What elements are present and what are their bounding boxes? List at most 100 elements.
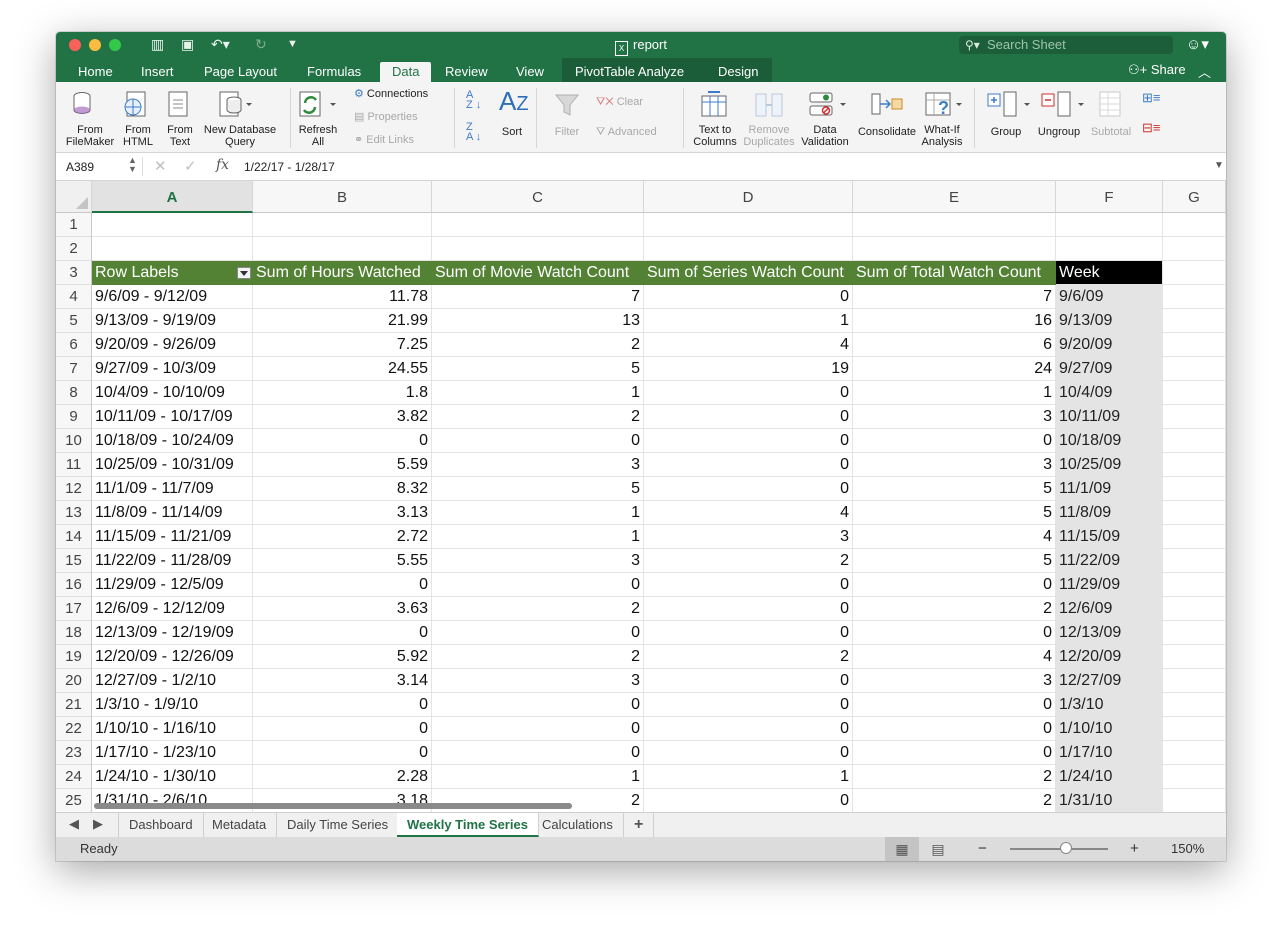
value-cell[interactable]: 0	[644, 429, 853, 453]
value-cell[interactable]: 0	[253, 429, 432, 453]
empty-cell[interactable]	[1163, 621, 1226, 645]
value-cell[interactable]: 24	[853, 357, 1056, 381]
value-cell[interactable]: 21.99	[253, 309, 432, 333]
sheet-tab-daily-time-series[interactable]: Daily Time Series	[277, 813, 400, 837]
empty-cell[interactable]	[1163, 573, 1226, 597]
next-sheet-icon[interactable]: ▶	[93, 816, 103, 832]
value-cell[interactable]: 0	[432, 429, 644, 453]
row-header[interactable]: 17	[56, 597, 92, 621]
empty-cell[interactable]	[1163, 501, 1226, 525]
confirm-entry-icon[interactable]: ✓	[184, 157, 197, 175]
name-box-stepper-icon[interactable]: ▲ ▼	[128, 156, 137, 174]
week-cell[interactable]: 1/31/10	[1056, 789, 1163, 812]
value-cell[interactable]: 2	[644, 645, 853, 669]
row-label-cell[interactable]: 10/4/09 - 10/10/09	[92, 381, 253, 405]
page-layout-view-button[interactable]: ▤	[921, 837, 955, 861]
value-cell[interactable]: 19	[644, 357, 853, 381]
tab-pivottable-analyze[interactable]: PivotTable Analyze	[575, 62, 684, 82]
value-cell[interactable]: 3	[644, 525, 853, 549]
empty-cell[interactable]	[1163, 261, 1226, 285]
row-label-cell[interactable]: 11/22/09 - 11/28/09	[92, 549, 253, 573]
row-label-cell[interactable]: 10/18/09 - 10/24/09	[92, 429, 253, 453]
value-cell[interactable]: 0	[253, 741, 432, 765]
cancel-entry-icon[interactable]: ✕	[154, 157, 167, 175]
value-cell[interactable]: 1	[644, 765, 853, 789]
value-cell[interactable]: 1	[432, 381, 644, 405]
value-cell[interactable]: 0	[853, 693, 1056, 717]
value-cell[interactable]: 3.82	[253, 405, 432, 429]
select-all-corner[interactable]	[56, 181, 92, 213]
insert-function-icon[interactable]: fx	[216, 157, 229, 173]
column-header-d[interactable]: D	[644, 181, 853, 213]
row-header[interactable]: 14	[56, 525, 92, 549]
row-label-cell[interactable]: 10/11/09 - 10/17/09	[92, 405, 253, 429]
value-cell[interactable]: 4	[644, 501, 853, 525]
pivot-header-cell[interactable]: Sum of Hours Watched	[253, 261, 432, 285]
name-box[interactable]: A389	[66, 160, 94, 174]
value-cell[interactable]: 0	[644, 477, 853, 501]
empty-cell[interactable]	[1163, 693, 1226, 717]
value-cell[interactable]: 0	[253, 717, 432, 741]
value-cell[interactable]: 0	[644, 597, 853, 621]
empty-cell[interactable]	[853, 213, 1056, 237]
week-cell[interactable]: 9/27/09	[1056, 357, 1163, 381]
new-database-query-button[interactable]: New Database Query	[200, 124, 280, 148]
row-label-cell[interactable]: 9/6/09 - 9/12/09	[92, 285, 253, 309]
row-header[interactable]: 6	[56, 333, 92, 357]
value-cell[interactable]: 5.59	[253, 453, 432, 477]
row-header[interactable]: 25	[56, 789, 92, 812]
value-cell[interactable]: 2.72	[253, 525, 432, 549]
value-cell[interactable]: 4	[853, 525, 1056, 549]
value-cell[interactable]: 5	[853, 477, 1056, 501]
horizontal-scrollbar[interactable]	[94, 803, 572, 809]
row-header[interactable]: 9	[56, 405, 92, 429]
empty-cell[interactable]	[1163, 333, 1226, 357]
empty-cell[interactable]	[1163, 789, 1226, 812]
what-if-analysis-button[interactable]: What-If Analysis	[916, 124, 968, 148]
zoom-level[interactable]: 150%	[1171, 837, 1204, 861]
row-label-cell[interactable]: 1/3/10 - 1/9/10	[92, 693, 253, 717]
from-filemaker-button[interactable]: From FileMaker	[62, 124, 118, 148]
hide-detail-icon[interactable]: ⊟≡	[1142, 121, 1160, 134]
empty-cell[interactable]	[432, 237, 644, 261]
value-cell[interactable]: 0	[432, 573, 644, 597]
value-cell[interactable]: 0	[644, 405, 853, 429]
formula-input[interactable]: 1/22/17 - 1/28/17	[244, 160, 335, 174]
zoom-in-button[interactable]: +	[1130, 837, 1139, 861]
value-cell[interactable]: 5.92	[253, 645, 432, 669]
row-label-cell[interactable]: 11/15/09 - 11/21/09	[92, 525, 253, 549]
value-cell[interactable]: 2	[432, 597, 644, 621]
value-cell[interactable]: 1	[432, 765, 644, 789]
value-cell[interactable]: 3	[432, 453, 644, 477]
value-cell[interactable]: 0	[644, 285, 853, 309]
empty-cell[interactable]	[644, 237, 853, 261]
value-cell[interactable]: 0	[644, 741, 853, 765]
tab-review[interactable]: Review	[445, 62, 488, 82]
row-label-cell[interactable]: 1/17/10 - 1/23/10	[92, 741, 253, 765]
empty-cell[interactable]	[253, 213, 432, 237]
value-cell[interactable]: 3	[853, 405, 1056, 429]
empty-cell[interactable]	[92, 213, 253, 237]
edit-links-button[interactable]: ⚭ Edit Links	[354, 134, 414, 146]
value-cell[interactable]: 0	[644, 573, 853, 597]
row-label-cell[interactable]: 1/10/10 - 1/16/10	[92, 717, 253, 741]
value-cell[interactable]: 16	[853, 309, 1056, 333]
week-cell[interactable]: 1/24/10	[1056, 765, 1163, 789]
week-cell[interactable]: 12/13/09	[1056, 621, 1163, 645]
empty-cell[interactable]	[1163, 429, 1226, 453]
week-cell[interactable]: 9/20/09	[1056, 333, 1163, 357]
value-cell[interactable]: 1	[644, 309, 853, 333]
empty-cell[interactable]	[1163, 669, 1226, 693]
row-label-cell[interactable]: 12/6/09 - 12/12/09	[92, 597, 253, 621]
row-label-cell[interactable]: 9/13/09 - 9/19/09	[92, 309, 253, 333]
row-label-cell[interactable]: 11/8/09 - 11/14/09	[92, 501, 253, 525]
week-cell[interactable]: 9/13/09	[1056, 309, 1163, 333]
value-cell[interactable]: 0	[853, 717, 1056, 741]
sort-a-to-z-icon[interactable]: AZ ↓	[466, 90, 481, 111]
value-cell[interactable]: 7	[853, 285, 1056, 309]
value-cell[interactable]: 24.55	[253, 357, 432, 381]
normal-view-button[interactable]: ▦	[885, 837, 919, 861]
refresh-all-button[interactable]: Refresh All	[292, 124, 344, 148]
value-cell[interactable]: 7	[432, 285, 644, 309]
column-header-b[interactable]: B	[253, 181, 432, 213]
